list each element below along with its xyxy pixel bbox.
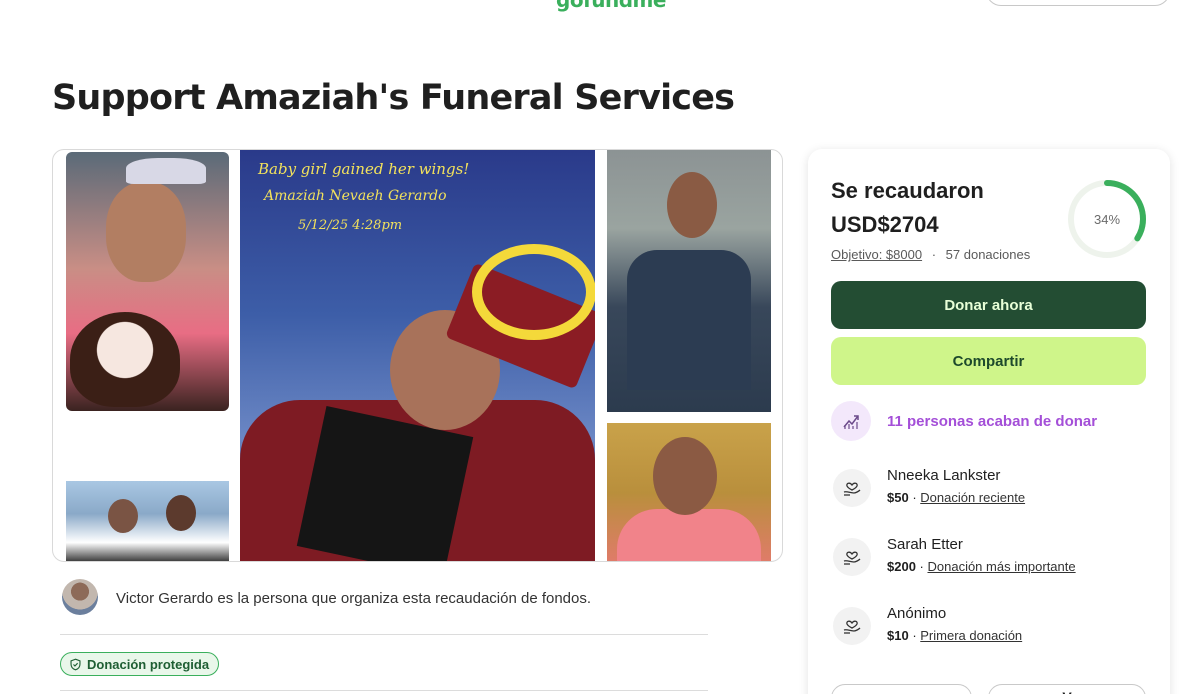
organizer-text: Victor Gerardo es la persona que organiz… — [116, 590, 592, 607]
graduation-photo: Baby girl gained her wings! Amaziah Neva… — [240, 150, 595, 561]
goal-line: Objetivo: $8000 · 57 donaciones — [831, 247, 1030, 262]
donor-tag-link[interactable]: Donación reciente — [920, 490, 1025, 505]
party-photo — [607, 423, 771, 561]
raised-amount: USD$2704 — [831, 212, 939, 237]
shield-icon — [70, 658, 81, 670]
family-photo — [66, 481, 229, 561]
donor-name: Sarah Etter — [887, 536, 963, 553]
photo-caption-line-2: Amaziah Nevaeh Gerardo — [264, 188, 447, 204]
donor-name: Nneeka Lankster — [887, 467, 1001, 484]
goal-link[interactable]: Objetivo: $8000 — [831, 247, 922, 262]
trending-up-icon — [831, 401, 871, 441]
photo-caption-line-3: 5/12/25 4:28pm — [298, 218, 403, 233]
heart-hand-icon — [833, 607, 871, 645]
donate-now-button[interactable]: Donar ahora — [831, 281, 1146, 329]
birthday-photo — [66, 152, 229, 411]
organizer-avatar[interactable] — [62, 579, 98, 615]
photo-caption-line-1: Baby girl gained her wings! — [258, 160, 470, 178]
see-top-button[interactable]: V — [988, 684, 1146, 694]
see-all-button[interactable] — [831, 684, 972, 694]
smiling-girl-photo — [607, 150, 771, 412]
donation-count: 57 donaciones — [945, 247, 1031, 262]
donor-amount: $50 — [887, 490, 909, 505]
header-action-button[interactable] — [986, 0, 1170, 6]
share-button[interactable]: Compartir — [831, 337, 1146, 385]
separator: · — [931, 247, 937, 262]
raised-label: Se recaudaron — [831, 178, 984, 203]
donor-tag-link[interactable]: Donación más importante — [927, 559, 1075, 574]
heart-hand-icon — [833, 469, 871, 507]
donor-name: Anónimo — [887, 605, 947, 622]
page-title: Support Amaziah's Funeral Services — [52, 78, 735, 118]
donor-tag-link[interactable]: Primera donación — [920, 628, 1022, 643]
organizer-row: Victor Gerardo es la persona que organiz… — [60, 577, 708, 617]
protected-donation-badge[interactable]: Donación protegida — [60, 652, 220, 676]
gofundme-logo[interactable]: gofundme — [556, 0, 666, 12]
badge-label: Donación protegida — [87, 656, 210, 672]
campaign-photo-collage[interactable]: Baby girl gained her wings! Amaziah Neva… — [52, 149, 783, 562]
heart-hand-icon — [833, 538, 871, 576]
progress-percent: 34% — [1093, 211, 1121, 227]
donor-amount: $10 — [887, 628, 909, 643]
divider — [60, 690, 708, 691]
divider — [60, 634, 708, 635]
donation-card: Se recaudaron USD$2704 Objetivo: $8000 ·… — [808, 149, 1170, 694]
recent-activity: 11 personas acaban de donar — [831, 401, 1097, 441]
donor-amount: $200 — [887, 559, 916, 574]
recent-activity-text: 11 personas acaban de donar — [887, 412, 1098, 430]
